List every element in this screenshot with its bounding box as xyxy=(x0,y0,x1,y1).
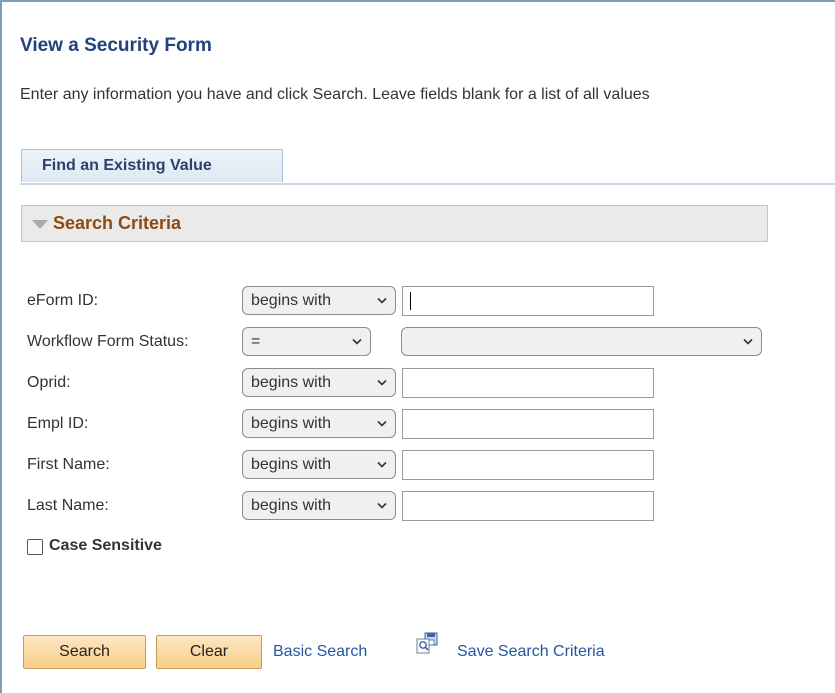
case-sensitive-checkbox[interactable] xyxy=(27,539,43,555)
empl-id-label: Empl ID: xyxy=(27,415,89,432)
chevron-down-icon xyxy=(377,420,387,427)
chevron-down-icon xyxy=(377,379,387,386)
chevron-down-icon xyxy=(377,297,387,304)
last-name-operator-value: begins with xyxy=(251,497,332,514)
oprid-operator-value: begins with xyxy=(251,374,332,391)
eform-id-label: eForm ID: xyxy=(27,292,99,309)
oprid-operator-select[interactable]: begins with xyxy=(242,368,396,397)
chevron-down-icon xyxy=(352,338,362,345)
clear-button[interactable]: Clear xyxy=(156,635,262,669)
search-criteria-header[interactable]: Search Criteria xyxy=(21,205,768,242)
tab-bar xyxy=(20,183,835,185)
tab-find-existing-value[interactable]: Find an Existing Value xyxy=(21,149,283,182)
case-sensitive-label[interactable]: Case Sensitive xyxy=(49,537,162,555)
text-cursor xyxy=(410,292,411,310)
first-name-label: First Name: xyxy=(27,456,110,473)
first-name-operator-select[interactable]: begins with xyxy=(242,450,396,479)
workflow-form-status-operator-select[interactable]: = xyxy=(242,327,371,356)
chevron-down-icon xyxy=(377,502,387,509)
workflow-form-status-label: Workflow Form Status: xyxy=(27,333,189,350)
chevron-down-icon xyxy=(743,338,753,345)
last-name-operator-select[interactable]: begins with xyxy=(242,491,396,520)
save-search-criteria-link[interactable]: Save Search Criteria xyxy=(457,643,605,661)
empl-id-input[interactable] xyxy=(402,409,654,439)
first-name-operator-value: begins with xyxy=(251,456,332,473)
collapse-triangle-icon[interactable] xyxy=(32,220,48,229)
eform-id-input[interactable] xyxy=(402,286,654,316)
eform-id-operator-value: begins with xyxy=(251,292,332,309)
chevron-down-icon xyxy=(377,461,387,468)
page-title: View a Security Form xyxy=(20,35,212,56)
workflow-form-status-value-select[interactable] xyxy=(401,327,762,356)
last-name-input[interactable] xyxy=(402,491,654,521)
workflow-form-status-operator-value: = xyxy=(251,333,261,350)
section-title: Search Criteria xyxy=(53,213,182,233)
basic-search-link[interactable]: Basic Search xyxy=(273,643,367,661)
save-search-icon[interactable] xyxy=(415,632,439,656)
search-button[interactable]: Search xyxy=(23,635,146,669)
empl-id-operator-select[interactable]: begins with xyxy=(242,409,396,438)
oprid-label: Oprid: xyxy=(27,374,71,391)
last-name-label: Last Name: xyxy=(27,497,109,514)
empl-id-operator-value: begins with xyxy=(251,415,332,432)
instructions-text: Enter any information you have and click… xyxy=(20,86,650,103)
oprid-input[interactable] xyxy=(402,368,654,398)
eform-id-operator-select[interactable]: begins with xyxy=(242,286,396,315)
first-name-input[interactable] xyxy=(402,450,654,480)
